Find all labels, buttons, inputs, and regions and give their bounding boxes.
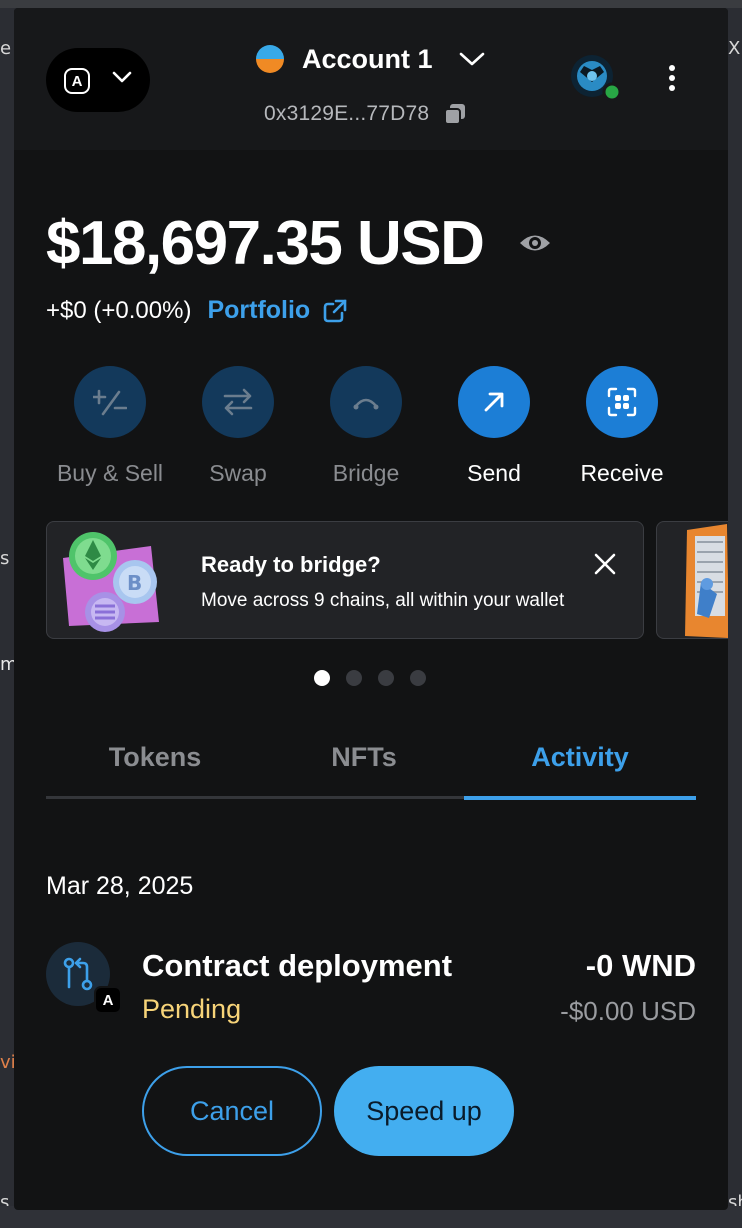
- chevron-down-icon: [112, 71, 132, 83]
- network-badge: A: [64, 68, 90, 94]
- receive-button[interactable]: Receive: [558, 366, 686, 487]
- account-name: Account 1: [302, 43, 433, 74]
- transaction-fiat-amount: -$0.00 USD: [560, 996, 696, 1026]
- copy-icon: [444, 104, 466, 125]
- background-window-left: e s ma vi s: [0, 8, 29, 1228]
- account-picker-button[interactable]: Account 1: [256, 42, 485, 76]
- send-circle: [458, 366, 530, 438]
- carousel-dot[interactable]: [314, 670, 330, 686]
- carousel-dot[interactable]: [378, 670, 394, 686]
- cancel-button[interactable]: Cancel: [142, 1066, 322, 1156]
- tab-activity[interactable]: Activity: [464, 734, 696, 800]
- bridge-button[interactable]: Bridge: [302, 366, 430, 487]
- action-buttons: Buy & Sell Swap Bridge Send Receive: [46, 366, 696, 496]
- send-button[interactable]: Send: [430, 366, 558, 487]
- eye-icon[interactable]: [518, 230, 552, 256]
- balance-change: +$0 (+0.00%): [46, 296, 192, 324]
- qr-code-icon: [607, 387, 637, 417]
- close-icon[interactable]: [593, 552, 617, 576]
- transaction-status: Pending: [142, 994, 242, 1024]
- more-options-icon[interactable]: [664, 64, 680, 96]
- svg-text:B: B: [127, 571, 142, 595]
- background-text: e: [0, 38, 12, 59]
- arrow-up-right-icon: [484, 392, 504, 412]
- buy-sell-label: Buy & Sell: [56, 460, 164, 486]
- balance-change-row: +$0 (+0.00%) Portfolio: [46, 296, 348, 325]
- wallet-header: A Account 1 0x3129E...77D78: [14, 8, 728, 150]
- banner-title: Ready to bridge?: [201, 552, 381, 577]
- contract-interaction-icon: [63, 957, 93, 991]
- transaction-title[interactable]: Contract deployment: [142, 948, 452, 984]
- external-link-icon[interactable]: [322, 298, 348, 324]
- tab-nfts[interactable]: NFTs: [264, 734, 464, 800]
- bridge-label: Bridge: [332, 460, 400, 486]
- swap-button[interactable]: Swap: [174, 366, 302, 487]
- tab-tokens[interactable]: Tokens: [46, 734, 264, 800]
- carousel-indicator: [314, 670, 426, 686]
- crypto-coins-illustration: B: [63, 532, 159, 632]
- buy-sell-button[interactable]: Buy & Sell: [46, 366, 174, 487]
- account-address: 0x3129E...77D78: [264, 102, 430, 125]
- swap-circle: [202, 366, 274, 438]
- address-copy-button[interactable]: 0x3129E...77D78: [264, 102, 467, 126]
- portfolio-link[interactable]: Portfolio: [207, 296, 310, 325]
- background-text: s: [0, 548, 10, 569]
- speed-up-button[interactable]: Speed up: [334, 1066, 514, 1156]
- bridge-promo-banner[interactable]: B Ready to bridge? Move across 9 chains,…: [46, 521, 644, 639]
- wallet-popup: A Account 1 0x3129E...77D78 $18,697.35 U…: [14, 8, 728, 1210]
- swap-label: Swap: [209, 460, 267, 486]
- network-picker-button[interactable]: A: [46, 48, 150, 112]
- bridge-icon: [353, 398, 379, 410]
- metamask-connection-icon[interactable]: [570, 54, 620, 104]
- promo-illustration: [685, 524, 728, 638]
- carousel-dot[interactable]: [346, 670, 362, 686]
- background-window-top: [0, 0, 742, 8]
- swap-arrows-icon: [223, 388, 253, 416]
- chevron-down-icon: [459, 52, 484, 66]
- background-text: X: [728, 38, 741, 59]
- account-avatar: [256, 45, 284, 73]
- banner-subtitle: Move across 9 chains, all within your wa…: [201, 590, 565, 611]
- next-promo-banner[interactable]: [656, 521, 728, 639]
- carousel-dot[interactable]: [410, 670, 426, 686]
- asset-tabs: Tokens NFTs Activity: [46, 734, 696, 800]
- transaction-network-badge: A: [94, 986, 122, 1014]
- total-balance: $18,697.35 USD: [46, 209, 485, 278]
- activity-date-header: Mar 28, 2025: [46, 872, 194, 900]
- receive-circle: [586, 366, 658, 438]
- bridge-circle: [330, 366, 402, 438]
- transaction-amount: -0 WND: [585, 948, 696, 983]
- background-window-right: X sh: [728, 8, 742, 1228]
- receive-label: Receive: [580, 460, 664, 486]
- buy-sell-circle: [74, 366, 146, 438]
- send-label: Send: [467, 460, 521, 486]
- plus-minus-icon: [93, 389, 127, 416]
